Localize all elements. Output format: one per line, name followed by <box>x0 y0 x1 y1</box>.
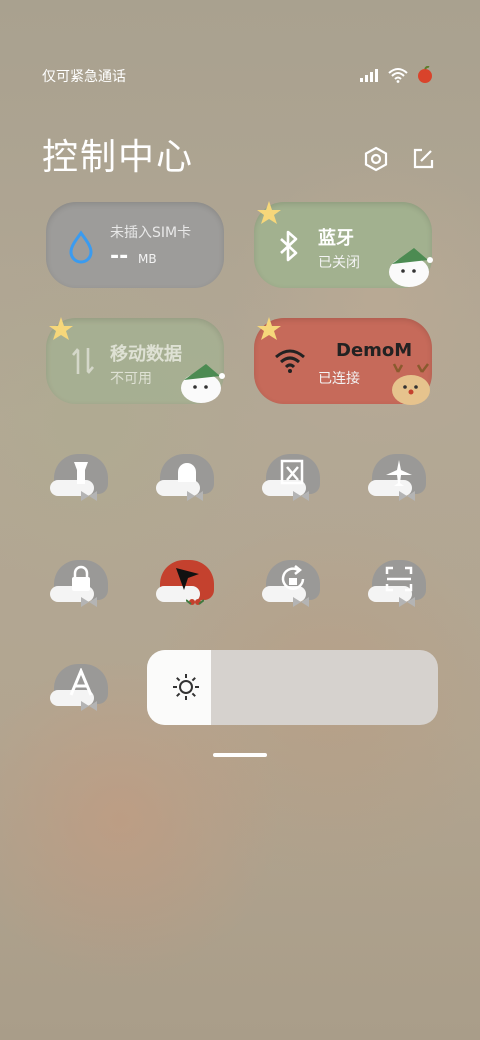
screenshot-toggle[interactable] <box>262 450 324 506</box>
sun-icon <box>173 674 199 700</box>
bow-icon <box>81 597 97 607</box>
bluetooth-icon <box>280 230 298 262</box>
data-usage-value: -- <box>110 244 129 269</box>
bluetooth-status: 已关闭 <box>318 255 360 271</box>
bell-icon <box>178 463 196 482</box>
bow-icon <box>81 701 97 711</box>
status-icons <box>360 66 434 84</box>
holly-icon <box>186 599 204 605</box>
bow-icon <box>399 597 415 607</box>
settings-icon[interactable] <box>361 144 391 174</box>
wifi-status: 已连接 <box>318 371 360 387</box>
battery-icon <box>418 66 432 83</box>
reindeer-bear-icon <box>392 363 430 405</box>
sim-status-label: 未插入SIM卡 <box>110 225 192 241</box>
bear-santa-hat-icon <box>389 248 433 287</box>
data-usage-unit: MB <box>138 252 157 266</box>
rotation-icon <box>281 565 305 590</box>
location-arrow-icon <box>176 568 199 590</box>
star-icon <box>49 317 73 340</box>
star-icon <box>257 317 281 340</box>
mobile-data-label: 移动数据 <box>110 344 182 365</box>
signal-icon <box>360 69 378 82</box>
wifi-icon <box>388 68 408 83</box>
bow-icon <box>399 491 415 501</box>
data-arrows-icon <box>72 348 94 374</box>
water-drop-icon <box>69 230 93 264</box>
page-title: 控制中心 <box>42 137 195 178</box>
bow-icon <box>293 597 309 607</box>
bear-santa-hat-icon <box>181 364 225 403</box>
bow-icon <box>81 491 97 501</box>
drag-handle[interactable] <box>213 753 267 757</box>
wifi-network-name: DemoM <box>336 340 413 361</box>
star-icon <box>257 201 281 224</box>
silent-toggle[interactable] <box>156 450 218 506</box>
airplane-icon <box>386 460 412 486</box>
scanner-toggle[interactable] <box>368 556 430 612</box>
sim-data-tile[interactable]: 未插入SIM卡 -- MB <box>46 202 224 288</box>
edit-icon[interactable] <box>408 144 438 174</box>
letter-a-icon <box>69 668 93 696</box>
airplane-mode-toggle[interactable] <box>368 450 430 506</box>
emergency-calls-only-text: 仅可紧急通话 <box>42 69 126 85</box>
lock-toggle[interactable] <box>50 556 112 612</box>
lock-icon <box>72 565 90 591</box>
bow-icon <box>187 491 203 501</box>
brightness-slider[interactable] <box>147 650 438 725</box>
flashlight-icon <box>74 462 88 484</box>
auto-font-toggle[interactable] <box>50 660 112 716</box>
bluetooth-label: 蓝牙 <box>318 228 354 249</box>
wifi-icon <box>275 349 305 373</box>
flashlight-toggle[interactable] <box>50 450 112 506</box>
rotation-lock-toggle[interactable] <box>262 556 324 612</box>
location-toggle[interactable] <box>156 556 218 612</box>
mobile-data-status: 不可用 <box>110 371 152 387</box>
scan-icon <box>385 566 413 592</box>
screenshot-icon <box>280 459 304 485</box>
bow-icon <box>293 491 309 501</box>
